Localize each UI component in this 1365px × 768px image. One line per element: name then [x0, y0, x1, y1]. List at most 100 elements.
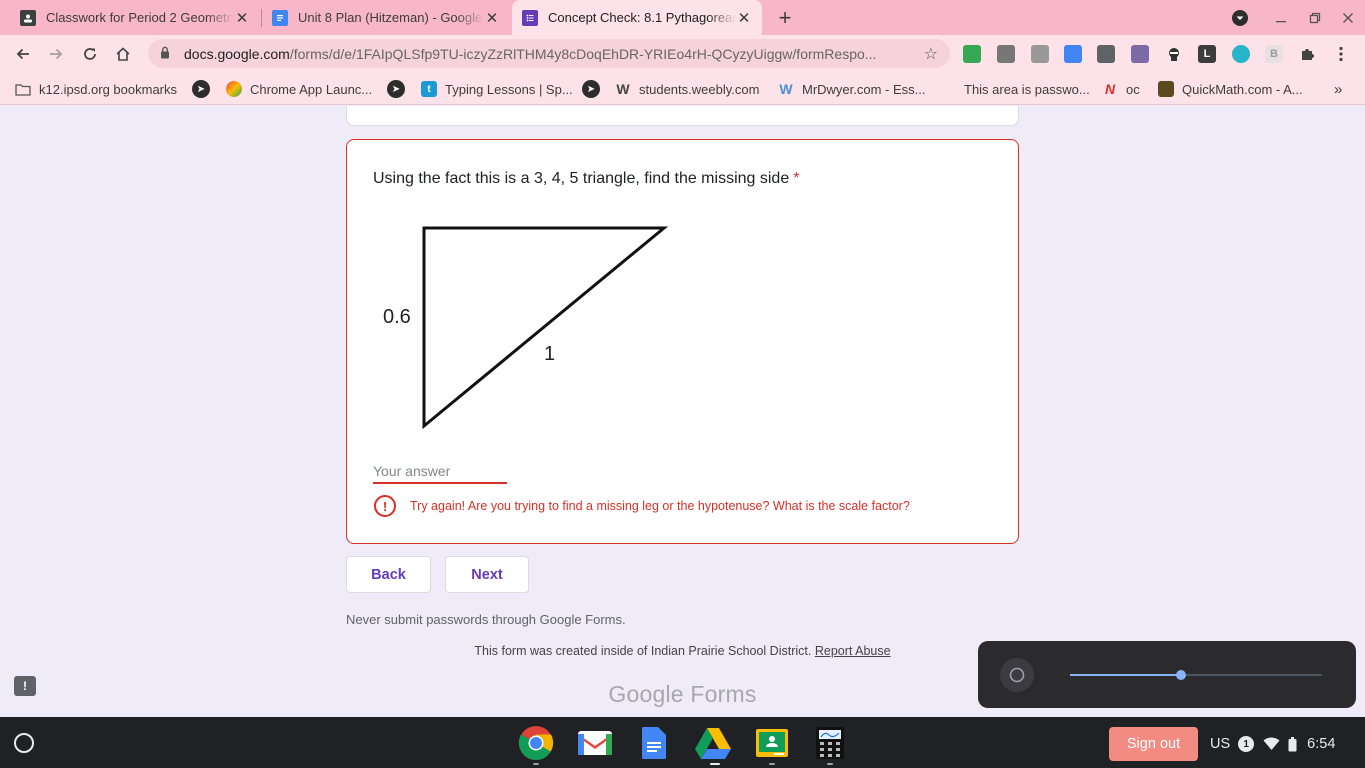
reader-extension-icon[interactable] [1097, 45, 1115, 63]
running-indicator [710, 763, 720, 765]
reload-icon[interactable] [75, 39, 105, 69]
bookmarks-overflow-button[interactable]: » [1334, 80, 1342, 98]
google-classroom-icon[interactable] [754, 725, 790, 761]
globe-extension-icon[interactable] [1232, 45, 1250, 63]
google-drive-icon[interactable] [695, 725, 731, 761]
next-button[interactable]: Next [445, 556, 529, 593]
question-card: Using the fact this is a 3, 4, 5 triangl… [346, 139, 1019, 544]
close-icon[interactable]: ✕ [484, 9, 500, 27]
puzzle-icon[interactable] [1298, 45, 1316, 63]
minimize-icon[interactable] [1265, 0, 1297, 35]
previous-card [346, 106, 1019, 126]
folder-icon [15, 81, 31, 97]
tab-concept-check[interactable]: Concept Check: 8.1 Pythagorean ✕ [512, 0, 762, 35]
triangle-diagram: 0.6 1 [383, 226, 669, 430]
bookmark-label: k12.ipsd.org bookmarks [39, 81, 178, 97]
gmail-icon[interactable] [577, 725, 613, 761]
battery-icon [1288, 736, 1297, 752]
paper-plane-icon[interactable]: ➤ [192, 80, 210, 98]
tab-classwork[interactable]: Classwork for Period 2 Geometry ✕ [10, 0, 260, 35]
pdf-extension-icon[interactable] [1131, 45, 1149, 63]
google-forms-logo: Google Forms [346, 681, 1019, 708]
paper-plane-icon[interactable]: ➤ [387, 80, 405, 98]
logo-google: Google [608, 681, 684, 707]
bookmark-label: students.weebly.com [639, 81, 760, 97]
back-button[interactable]: Back [346, 556, 431, 593]
error-message: ! Try again! Are you trying to find a mi… [374, 495, 910, 517]
bookmark-oc[interactable]: N oc [1102, 80, 1140, 98]
forward-arrow-icon[interactable] [41, 39, 71, 69]
bookmark-weebly[interactable]: W students.weebly.com [615, 80, 759, 98]
ninja-extension-icon[interactable] [1165, 45, 1183, 63]
forms-icon [522, 9, 538, 26]
sign-out-button[interactable]: Sign out [1109, 727, 1198, 761]
form-page: Using the fact this is a 3, 4, 5 triangl… [0, 106, 1365, 717]
ime-indicator: US [1210, 736, 1231, 752]
status-tray[interactable]: US 1 6:54 [1210, 727, 1356, 761]
report-abuse-link[interactable]: Report Abuse [815, 644, 891, 658]
url-host: docs.google.com [184, 45, 290, 62]
tab-search-icon[interactable] [1224, 0, 1256, 35]
calculator-icon[interactable] [812, 725, 848, 761]
classroom-extension-icon[interactable] [963, 45, 981, 63]
notification-badge: 1 [1238, 736, 1255, 752]
home-icon[interactable] [108, 39, 138, 69]
feedback-icon[interactable]: ! [14, 676, 36, 696]
bookmarks-bar: k12.ipsd.org bookmarks ➤ Chrome App Laun… [0, 72, 1365, 105]
tab-title: Classwork for Period 2 Geometry [46, 10, 234, 25]
error-text: Try again! Are you trying to find a miss… [410, 499, 910, 513]
bookmark-label: Typing Lessons | Sp... [445, 81, 573, 97]
bookmark-password-area[interactable]: This area is passwo... [964, 80, 1090, 98]
back-arrow-icon[interactable] [8, 39, 38, 69]
bookmark-label: QuickMath.com - A... [1182, 81, 1303, 97]
new-tab-button[interactable]: + [772, 5, 798, 31]
wifi-icon [1263, 737, 1280, 751]
password-warning: Never submit passwords through Google Fo… [346, 612, 626, 627]
quickmath-icon [1158, 81, 1174, 97]
brightness-slider-thumb[interactable] [1175, 670, 1186, 680]
tab-title: Concept Check: 8.1 Pythagorean [548, 10, 736, 25]
cubes-extension-icon[interactable] [1031, 45, 1049, 63]
tab-unit8-plan[interactable]: Unit 8 Plan (Hitzeman) - Google Docs ✕ [262, 0, 510, 35]
brightness-slider-fill [1070, 674, 1181, 676]
chrome-icon[interactable] [518, 725, 554, 761]
b-extension-icon[interactable]: B [1265, 45, 1283, 63]
bookmark-quickmath[interactable]: QuickMath.com - A... [1158, 80, 1303, 98]
pen-extension-icon[interactable] [997, 45, 1015, 63]
weebly-icon: W [616, 81, 630, 97]
answer-field-wrapper [373, 460, 507, 484]
bookmark-k12[interactable]: k12.ipsd.org bookmarks [15, 80, 177, 98]
running-indicator [769, 763, 775, 765]
logo-forms: Forms [690, 681, 757, 707]
launcher-icon[interactable] [14, 733, 34, 753]
l-extension-icon[interactable]: L [1198, 45, 1216, 63]
brightness-icon[interactable] [1000, 658, 1034, 692]
answer-input[interactable] [373, 460, 507, 482]
lock-icon [160, 46, 174, 62]
menu-kebab-icon[interactable] [1332, 45, 1350, 63]
restore-icon[interactable] [1299, 0, 1331, 35]
close-icon[interactable]: ✕ [736, 9, 752, 27]
required-asterisk: * [793, 170, 800, 187]
google-docs-icon[interactable] [636, 725, 672, 761]
system-shelf: Sign out US 1 6:54 [0, 717, 1365, 768]
question-text: Using the fact this is a 3, 4, 5 triangl… [373, 170, 790, 187]
tab-title: Unit 8 Plan (Hitzeman) - Google Docs [298, 10, 484, 25]
bookmark-typing-lessons[interactable]: t Typing Lessons | Sp... [421, 80, 573, 98]
clock: 6:54 [1307, 736, 1336, 752]
brightness-slider[interactable] [1070, 670, 1322, 680]
error-icon: ! [374, 495, 396, 517]
bookmark-mrdwyer[interactable]: W MrDwyer.com - Ess... [778, 80, 925, 98]
running-indicator [827, 763, 833, 765]
mrdwyer-icon: W [779, 81, 793, 97]
translate-extension-icon[interactable] [1064, 45, 1082, 63]
address-bar[interactable]: docs.google.com/forms/d/e/1FAIpQLSfp9TU-… [148, 39, 950, 68]
brightness-popup [978, 641, 1356, 708]
window-close-icon[interactable] [1332, 0, 1364, 35]
close-icon[interactable]: ✕ [234, 9, 250, 27]
bookmark-star-icon[interactable]: ☆ [924, 44, 938, 64]
bookmark-label: oc [1126, 81, 1140, 97]
oc-icon: N [1104, 81, 1116, 97]
bookmark-chrome-app-launcher[interactable]: Chrome App Launc... [226, 80, 372, 98]
paper-plane-icon[interactable]: ➤ [582, 80, 600, 98]
